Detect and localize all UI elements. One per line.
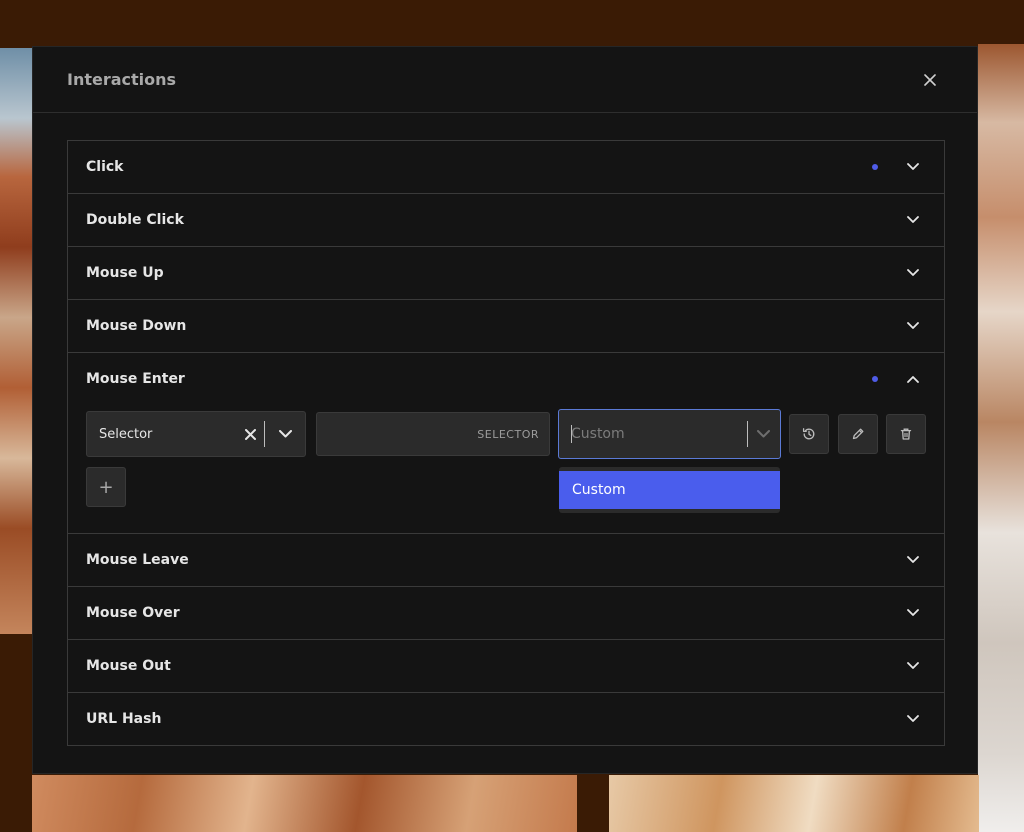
accordion-item-mouse-up: Mouse Up: [68, 247, 944, 300]
accordion-header-mouse-over[interactable]: Mouse Over: [68, 587, 944, 639]
chevron-down-icon: [906, 213, 920, 227]
accordion-header-url-hash[interactable]: URL Hash: [68, 693, 944, 745]
accordion-item-mouse-leave: Mouse Leave: [68, 534, 944, 587]
close-icon: [924, 73, 936, 86]
delete-button[interactable]: [886, 414, 926, 454]
accordion-label: Mouse Leave: [86, 552, 189, 568]
background-image-right: [978, 44, 1024, 832]
accordion-header-mouse-leave[interactable]: Mouse Leave: [68, 534, 944, 586]
accordion-header-mouse-up[interactable]: Mouse Up: [68, 247, 944, 299]
target-type-value: Selector: [99, 426, 153, 442]
close-button[interactable]: [919, 69, 941, 91]
chevron-down-icon: [906, 553, 920, 567]
action-dropdown-menu: Custom: [559, 467, 780, 513]
text-cursor: [571, 425, 572, 443]
modal-header: Interactions: [33, 47, 977, 113]
history-button[interactable]: [789, 414, 829, 454]
selector-input-placeholder: SELECTOR: [477, 427, 539, 441]
modal-title: Interactions: [67, 70, 177, 89]
accordion-label: Click: [86, 159, 124, 175]
accordion-header-click[interactable]: Click: [68, 141, 944, 193]
accordion-item-mouse-over: Mouse Over: [68, 587, 944, 640]
chevron-down-icon: [906, 712, 920, 726]
background-image-left: [0, 48, 32, 634]
chevron-down-icon: [906, 659, 920, 673]
pencil-icon: [852, 428, 864, 440]
edit-button[interactable]: [838, 414, 878, 454]
chevron-up-icon: [906, 372, 920, 386]
accordion-header-mouse-enter[interactable]: Mouse Enter: [68, 353, 944, 405]
accordion-item-mouse-down: Mouse Down: [68, 300, 944, 353]
target-type-select[interactable]: Selector: [86, 411, 306, 457]
add-icon: +: [98, 476, 114, 498]
action-combobox[interactable]: [558, 409, 781, 459]
dropdown-option-custom[interactable]: Custom: [559, 471, 780, 509]
selector-input[interactable]: SELECTOR: [316, 412, 550, 456]
event-accordion: Click Double Click Mouse Up Mouse Down M…: [67, 140, 945, 746]
accordion-item-url-hash: URL Hash: [68, 693, 944, 745]
action-dropdown-toggle[interactable]: [748, 430, 780, 438]
accordion-label: Mouse Out: [86, 658, 171, 674]
chevron-down-icon: [278, 430, 292, 438]
accordion-label: URL Hash: [86, 711, 162, 727]
interactions-modal: Interactions Click Double Click Mouse Up…: [32, 46, 978, 774]
chevron-down-icon: [906, 319, 920, 333]
active-indicator-dot: [872, 376, 878, 382]
accordion-header-double-click[interactable]: Double Click: [68, 194, 944, 246]
chevron-down-icon: [757, 430, 771, 438]
target-type-dropdown-toggle[interactable]: [265, 430, 305, 438]
action-input[interactable]: [559, 425, 747, 443]
accordion-label: Mouse Down: [86, 318, 187, 334]
clear-selection-button[interactable]: [236, 428, 264, 440]
history-icon: [802, 428, 815, 440]
accordion-header-mouse-out[interactable]: Mouse Out: [68, 640, 944, 692]
accordion-item-mouse-enter: Mouse Enter Selector SELECTOR Custom + C…: [68, 353, 944, 534]
mouse-enter-panel: Selector SELECTOR Custom + Custom: [68, 405, 944, 533]
background-image-bottom-left: [32, 775, 577, 832]
active-indicator-dot: [872, 164, 878, 170]
background-image-bottom-right: [609, 775, 979, 832]
trash-icon: [900, 428, 912, 440]
accordion-label: Mouse Over: [86, 605, 180, 621]
add-interaction-button[interactable]: +: [86, 467, 126, 507]
accordion-item-mouse-out: Mouse Out: [68, 640, 944, 693]
chevron-down-icon: [906, 606, 920, 620]
accordion-item-click: Click: [68, 141, 944, 194]
accordion-label: Mouse Up: [86, 265, 164, 281]
accordion-label: Double Click: [86, 212, 184, 228]
accordion-header-mouse-down[interactable]: Mouse Down: [68, 300, 944, 352]
chevron-down-icon: [906, 160, 920, 174]
accordion-label: Mouse Enter: [86, 371, 185, 387]
clear-icon: [244, 428, 256, 440]
chevron-down-icon: [906, 266, 920, 280]
accordion-item-double-click: Double Click: [68, 194, 944, 247]
